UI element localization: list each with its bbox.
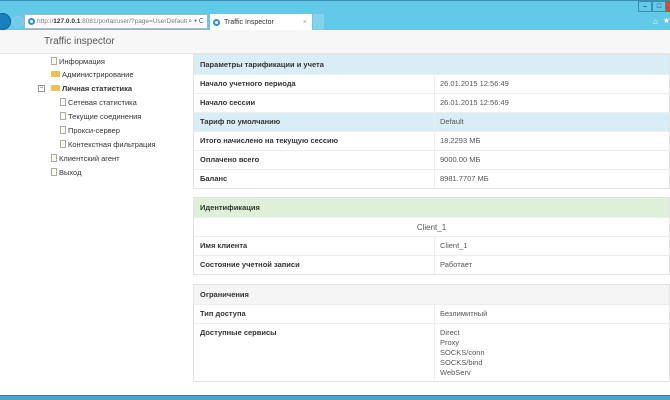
row-value: Безлимитный [440,309,488,318]
forward-button[interactable] [12,16,24,28]
tree-label: Информация [59,57,105,66]
table-row: Состояние учетной записи Работает [194,255,669,274]
panel-heading: Идентификация [194,198,669,217]
table-row: Имя клиента Client_1 [194,236,669,255]
row-value: 8981.7707 МБ [440,174,489,183]
row-key: Баланс [194,170,435,188]
tab-title: Traffic Inspector [224,19,274,26]
brand-title: Traffic inspector [44,36,115,47]
table-row: Начало учетного периода 26.01.2015 12:56:… [194,74,669,93]
ie-icon [213,19,220,26]
table-row: Итого начислено на текущую сессию 18.2293… [194,131,669,150]
services-list: Direct Proxy SOCKS/conn SOCKS/bind WebSe… [435,324,669,381]
maximize-button[interactable]: □ [652,1,666,12]
tree-item-logout[interactable]: Выход [51,166,81,179]
row-key: Тип доступа [194,305,435,323]
browser-chrome: http://127.0.0.1:8081/portal/user/?page=… [0,0,670,31]
table-row: Баланс 8981.7707 МБ [194,169,669,188]
minimize-button[interactable]: ‒ [638,1,652,12]
service-item: Proxy [440,338,460,347]
document-icon [51,154,57,162]
row-value: 26.01.2015 12:56:49 [440,79,509,88]
tree-label: Личная статистика [62,84,133,93]
tree-item-proxy[interactable]: Прокси-сервер [60,124,120,137]
document-icon [60,126,66,134]
tree-label: Выход [59,168,82,177]
row-key: Начало учетного периода [194,75,435,93]
limits-panel: Ограничения Тип доступа Безлимитный Досту… [193,284,670,382]
folder-icon [51,71,60,77]
tree-item-network-stats[interactable]: Сетевая статистика [60,96,137,109]
service-item: WebServ [440,368,471,377]
tree-label: Контекстная фильтрация [68,140,156,149]
service-item: SOCKS/bind [440,358,483,367]
row-value: 9000.00 МБ [440,155,481,164]
tree-label: Администрирование [62,70,134,79]
table-row: Тариф по умолчанию Default [194,112,669,131]
table-row: Начало сессии 26.01.2015 12:56:49 [194,93,669,112]
row-value: 18.2293 МБ [440,136,481,145]
taskbar [0,395,670,400]
document-icon [60,140,66,148]
identification-panel: Идентификация Client_1 Имя клиента Client… [193,197,670,275]
tree-item-client-agent[interactable]: Клиентский агент [51,152,120,165]
folder-open-icon [51,85,60,91]
page-header: Traffic inspector [0,30,670,54]
tree-item-connections[interactable]: Текущие соединения [60,110,141,123]
collapse-icon[interactable]: − [38,85,45,92]
client-caption: Client_1 [194,217,669,236]
row-value: Client_1 [440,241,468,250]
table-row: Оплачено всего 9000.00 МБ [194,150,669,169]
tree-item-content-filter[interactable]: Контекстная фильтрация [60,138,156,151]
document-icon [60,98,66,106]
row-key: Оплачено всего [194,151,435,169]
ie-icon [28,18,35,25]
billing-panel: Параметры тарификации и учета Начало уче… [193,54,670,189]
row-value: 26.01.2015 12:56:49 [440,98,509,107]
tree-label: Сетевая статистика [68,98,137,107]
panel-heading: Параметры тарификации и учета [194,55,669,74]
row-key: Состояние учетной записи [194,256,435,274]
tree-label: Клиентский агент [59,154,120,163]
document-icon [51,57,57,65]
service-item: Direct [440,328,460,337]
url-host: 127.0.0.1 [53,18,81,25]
row-key: Доступные сервисы [194,324,435,381]
favorites-icon[interactable]: ★ [663,16,670,25]
home-icon[interactable]: ⌂ [653,17,658,26]
search-refresh-icons[interactable]: ⌕ ▾ C [188,15,204,28]
tree-label: Прокси-сервер [68,126,120,135]
tab-traffic-inspector[interactable]: Traffic Inspector × [210,14,312,31]
tree-item-personal-stats[interactable]: − Личная статистика [38,82,133,95]
back-button[interactable] [0,13,11,30]
row-key: Итого начислено на текущую сессию [194,132,435,150]
service-item: SOCKS/conn [440,348,485,357]
close-window-button[interactable] [666,1,670,12]
tree-item-info[interactable]: Информация [51,55,105,68]
new-tab-button[interactable] [313,14,324,31]
document-icon [51,168,57,176]
url-path: :8081/portal/user/?page=UserDefault [80,18,188,25]
tariff-link[interactable]: Default [435,113,669,131]
close-tab-icon[interactable]: × [303,14,307,31]
document-icon [60,112,66,120]
table-row: Доступные сервисы Direct Proxy SOCKS/con… [194,323,669,381]
row-value: Работает [440,260,473,269]
row-key: Имя клиента [194,237,435,255]
url-prefix: http:// [37,18,54,25]
panel-heading: Ограничения [194,285,669,304]
tree-item-admin[interactable]: Администрирование [51,68,134,81]
address-bar[interactable]: http://127.0.0.1:8081/portal/user/?page=… [24,14,208,29]
row-key: Начало сессии [194,94,435,112]
tree-label: Текущие соединения [68,112,142,121]
table-row: Тип доступа Безлимитный [194,304,669,323]
row-key: Тариф по умолчанию [194,113,435,131]
